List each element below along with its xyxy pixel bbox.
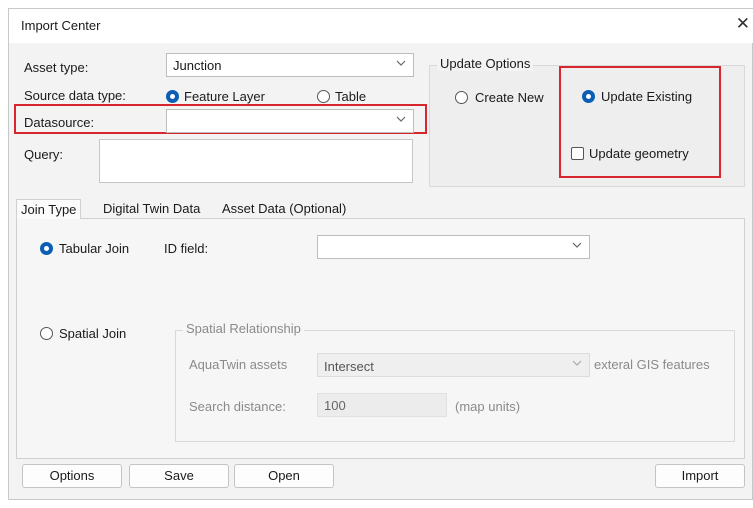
- feature-layer-label: Feature Layer: [184, 89, 265, 104]
- spatial-relationship-group: [175, 330, 735, 442]
- id-field-dropdown[interactable]: [317, 235, 590, 259]
- asset-type-label: Asset type:: [24, 60, 89, 75]
- update-geometry-checkbox[interactable]: [571, 147, 584, 160]
- chevron-down-icon: [572, 360, 582, 366]
- update-options-legend: Update Options: [437, 56, 534, 71]
- tabular-join-radio[interactable]: [40, 242, 53, 255]
- map-units-label: (map units): [455, 399, 521, 414]
- query-textarea[interactable]: [99, 139, 413, 183]
- tab-join-type[interactable]: Join Type: [16, 199, 82, 220]
- options-button[interactable]: Options: [22, 464, 122, 488]
- feature-layer-radio[interactable]: [166, 90, 179, 103]
- chevron-down-icon: [396, 60, 406, 66]
- datasource-dropdown[interactable]: [166, 109, 414, 133]
- datasource-label: Datasource:: [24, 115, 95, 130]
- search-distance-label: Search distance:: [189, 399, 286, 414]
- search-distance-value: 100: [324, 398, 346, 413]
- spatial-relation-dropdown[interactable]: Intersect: [317, 353, 590, 377]
- tabular-join-label: Tabular Join: [59, 241, 130, 256]
- asset-type-dropdown[interactable]: Junction: [166, 53, 414, 77]
- id-field-label: ID field:: [164, 241, 209, 256]
- update-geometry-label: Update geometry: [589, 146, 689, 161]
- tab-digital-twin-data[interactable]: Digital Twin Data: [99, 199, 204, 219]
- open-button[interactable]: Open: [234, 464, 334, 488]
- spatial-join-label: Spatial Join: [59, 326, 127, 341]
- chevron-down-icon: [572, 242, 582, 248]
- spatial-relation-value: Intersect: [324, 359, 374, 374]
- spatial-join-radio[interactable]: [40, 327, 53, 340]
- import-button[interactable]: Import: [655, 464, 745, 488]
- spatial-relationship-legend: Spatial Relationship: [183, 321, 304, 336]
- aquatwin-assets-label: AquaTwin assets: [189, 357, 288, 372]
- close-icon[interactable]: ✕: [736, 14, 750, 34]
- source-data-type-label: Source data type:: [24, 88, 126, 103]
- chevron-down-icon: [396, 116, 406, 122]
- search-distance-input[interactable]: 100: [317, 393, 447, 417]
- asset-type-value: Junction: [173, 58, 222, 73]
- window-title: Import Center: [21, 18, 101, 33]
- update-existing-radio[interactable]: [582, 90, 595, 103]
- table-radio[interactable]: [317, 90, 330, 103]
- query-label: Query:: [24, 147, 64, 162]
- import-center-dialog: Import Center ✕ Asset type: Junction Sou…: [8, 8, 753, 500]
- update-existing-highlight: [559, 66, 721, 178]
- save-button[interactable]: Save: [129, 464, 229, 488]
- create-new-label: Create New: [475, 90, 544, 105]
- external-features-label: exteral GIS features: [594, 357, 710, 372]
- title-bar: Import Center ✕: [9, 9, 753, 43]
- table-label: Table: [335, 89, 367, 104]
- update-existing-label: Update Existing: [601, 89, 693, 104]
- tab-asset-data[interactable]: Asset Data (Optional): [218, 199, 350, 219]
- create-new-radio[interactable]: [455, 91, 468, 104]
